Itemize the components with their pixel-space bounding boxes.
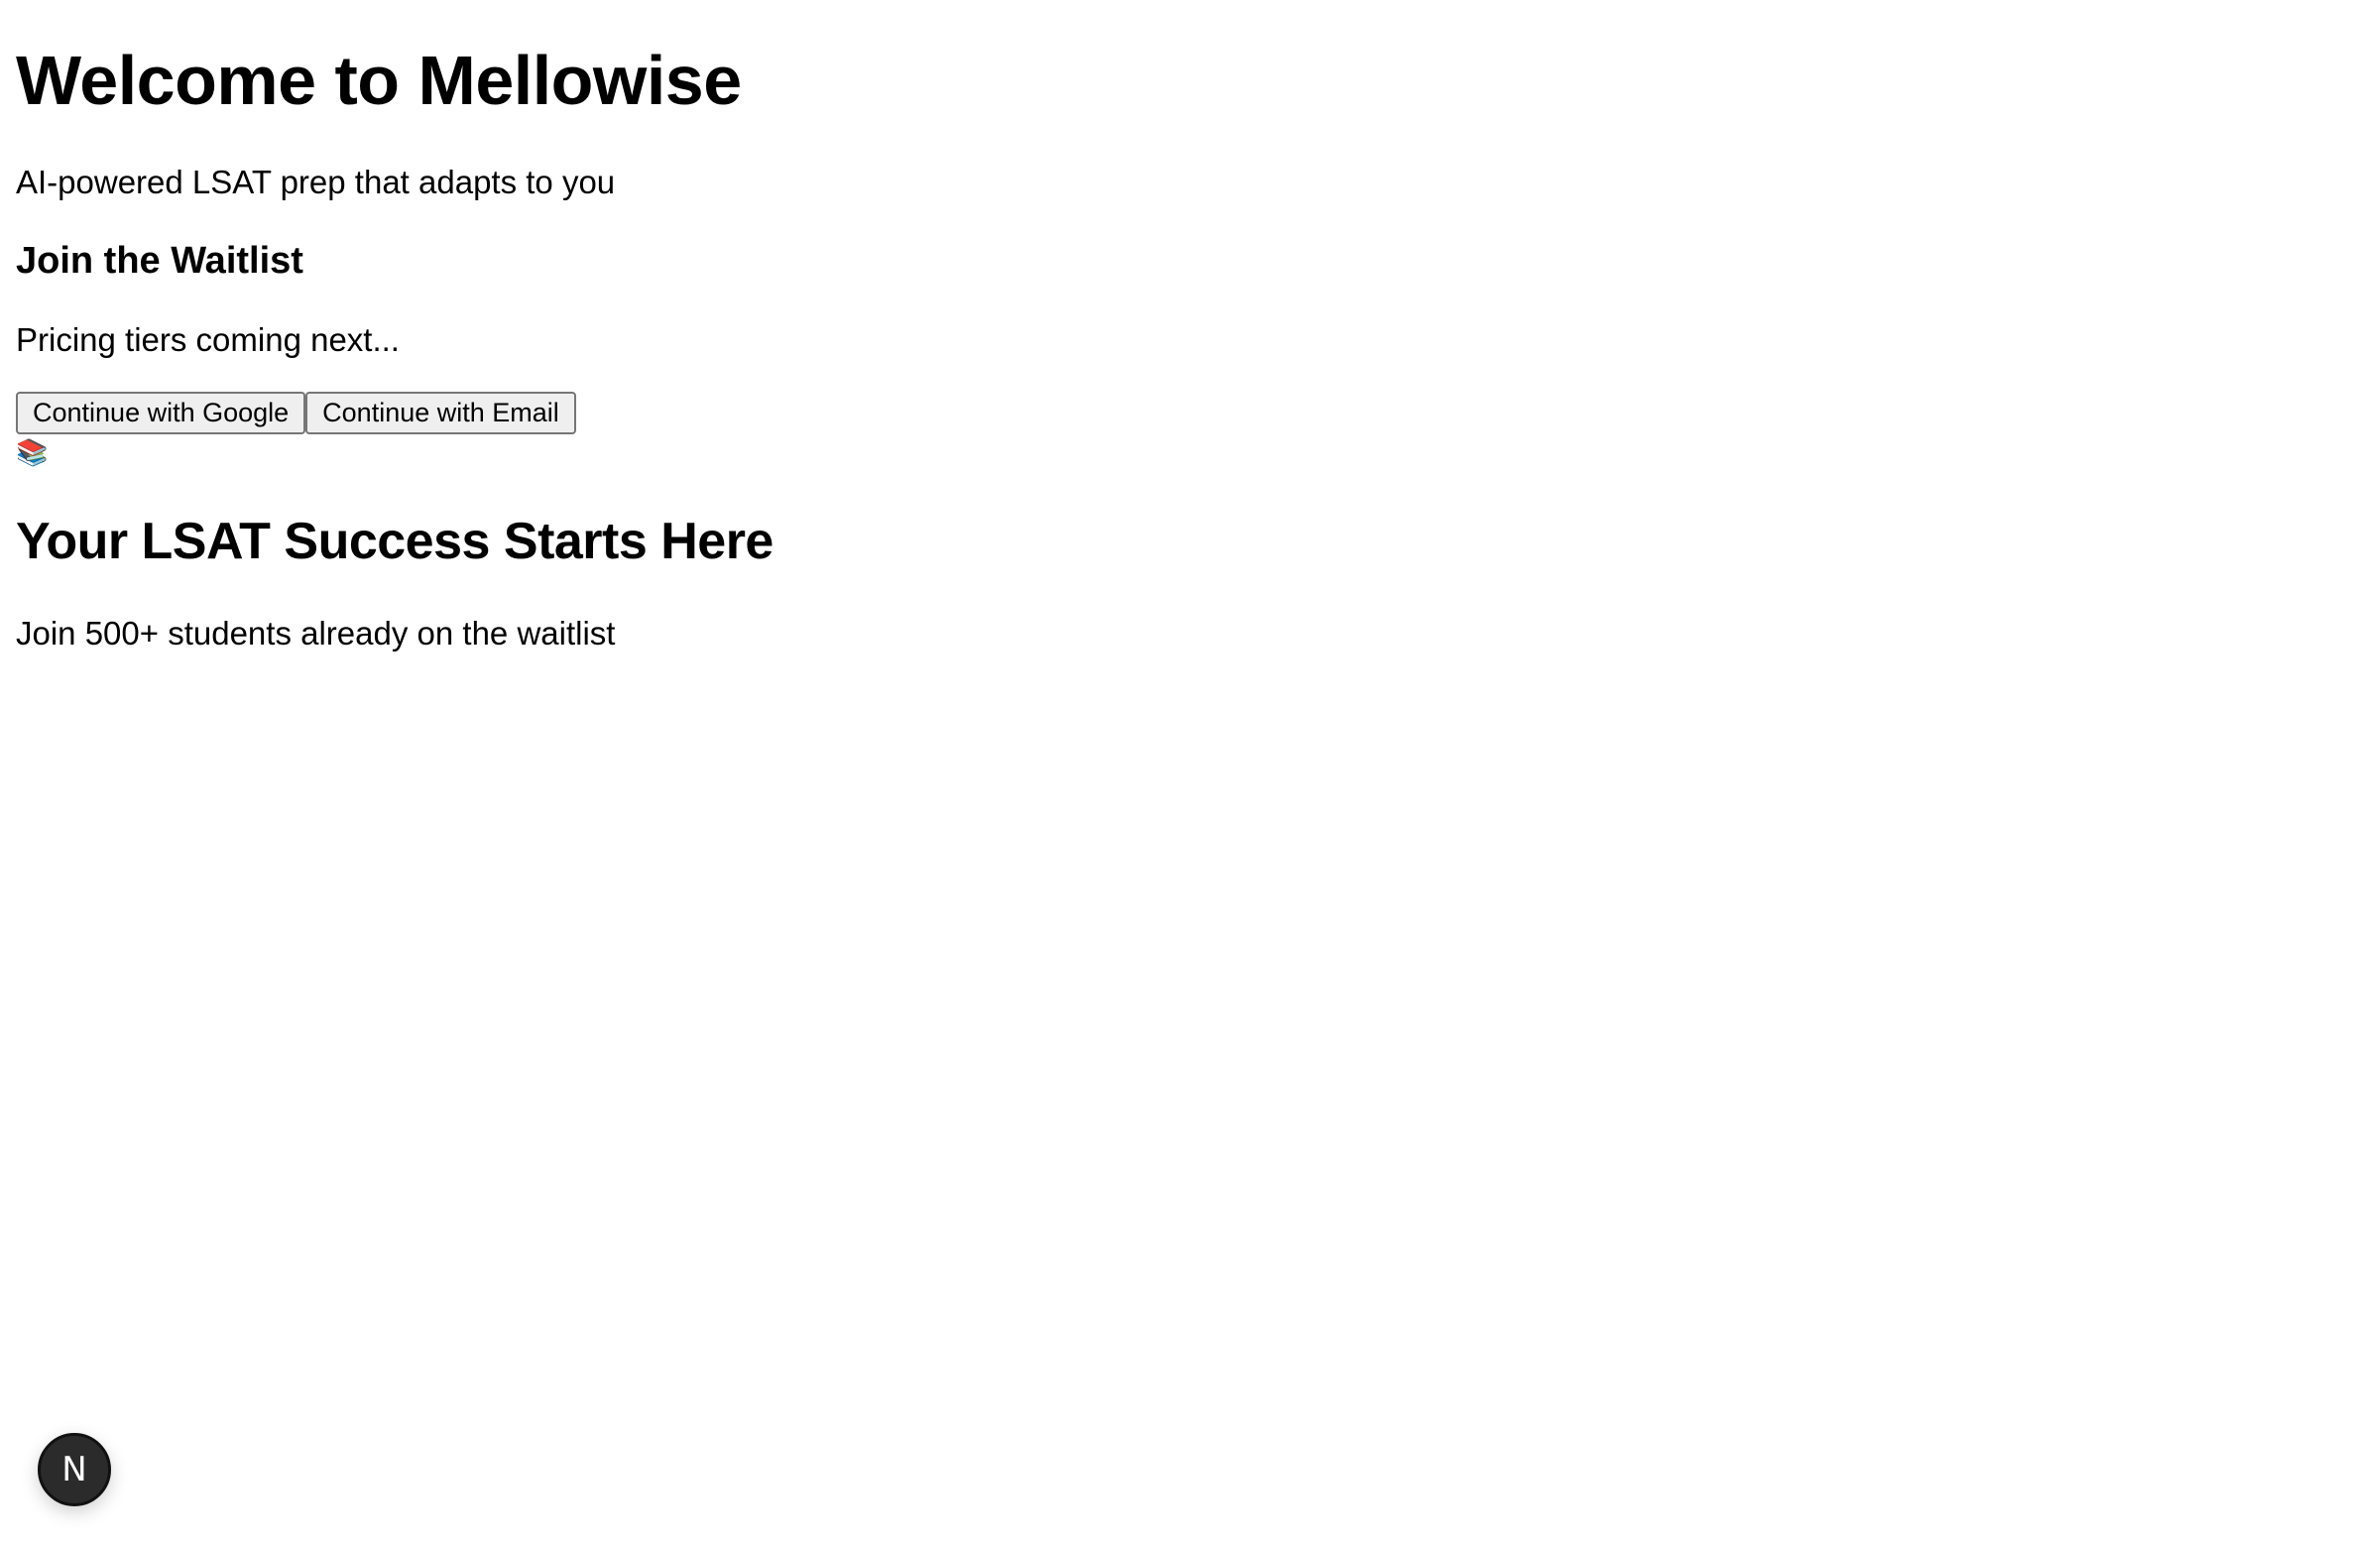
continue-with-email-button[interactable]: Continue with Email (305, 392, 576, 434)
nextjs-devtools-button[interactable]: N (38, 1433, 111, 1506)
books-icon: 📚 (16, 437, 49, 467)
social-proof-text: Join 500+ students already on the waitli… (16, 615, 616, 652)
continue-with-google-button[interactable]: Continue with Google (16, 392, 306, 434)
nextjs-devtools-icon: N (61, 1450, 87, 1489)
page-subtitle: AI-powered LSAT prep that adapts to you (16, 164, 616, 200)
auth-buttons: Continue with Google Continue with Email (16, 392, 576, 434)
waitlist-heading: Join the Waitlist (16, 240, 303, 282)
success-heading: Your LSAT Success Starts Here (16, 513, 774, 570)
page: Welcome to Mellowise AI-powered LSAT pre… (0, 0, 2380, 1545)
page-title: Welcome to Mellowise (16, 42, 742, 119)
pricing-note: Pricing tiers coming next... (16, 321, 400, 358)
